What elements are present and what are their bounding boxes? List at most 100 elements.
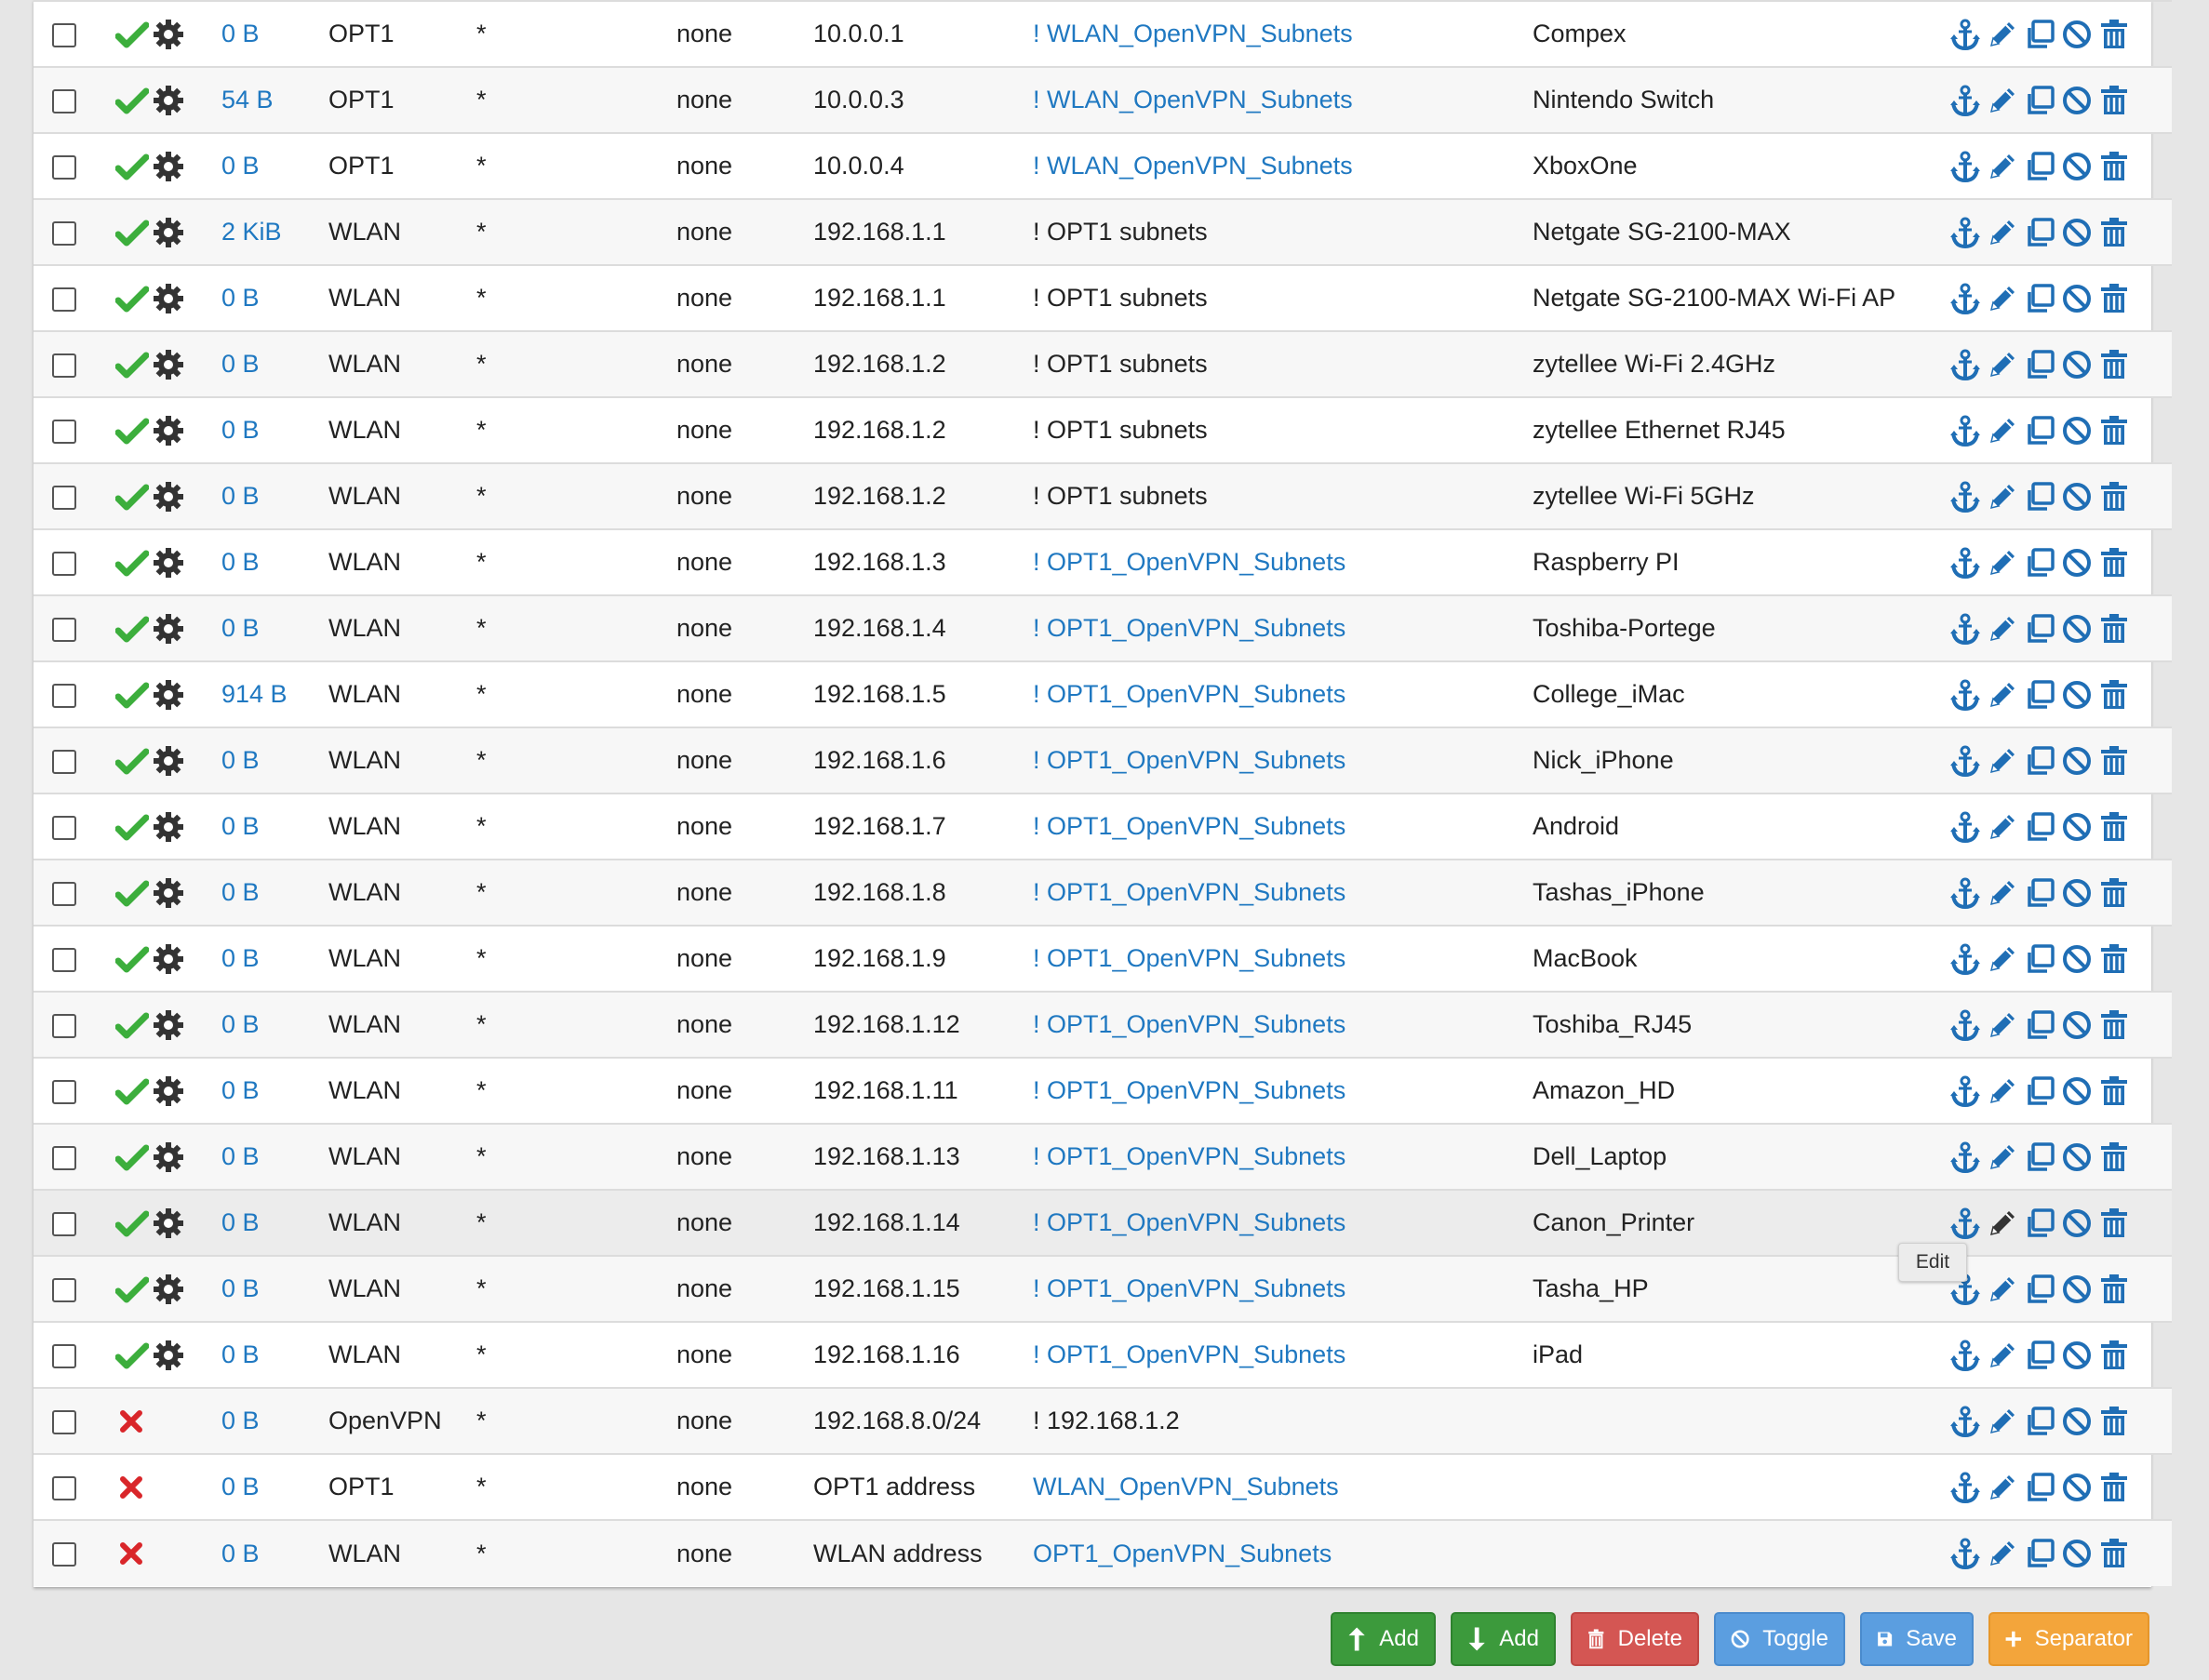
row-trash-button[interactable] [2098, 349, 2130, 380]
row-disable-button[interactable] [2061, 1406, 2093, 1437]
row-trash-button[interactable] [2098, 1141, 2130, 1173]
row-disable-button[interactable] [2061, 745, 2093, 777]
rule-row[interactable]: 0 B WLAN * none 192.168.1.2 ! OPT1 subne… [33, 463, 2172, 529]
row-trash-button[interactable] [2098, 1406, 2130, 1437]
separator-button[interactable]: Separator [1988, 1612, 2149, 1666]
row-checkbox[interactable] [52, 947, 76, 972]
row-copy-button[interactable] [2024, 19, 2055, 50]
dest-port-text[interactable]: ! OPT1_OpenVPN_Subnets [1033, 680, 1345, 708]
row-checkbox[interactable] [52, 1409, 76, 1434]
row-copy-button[interactable] [2024, 217, 2055, 248]
row-checkbox[interactable] [52, 881, 76, 906]
row-copy-button[interactable] [2024, 1207, 2055, 1239]
row-trash-button[interactable] [2098, 1273, 2130, 1305]
row-copy-button[interactable] [2024, 481, 2055, 513]
row-checkbox[interactable] [52, 1277, 76, 1302]
row-checkbox[interactable] [52, 1211, 76, 1236]
rule-row[interactable]: 0 B WLAN * none 192.168.1.7 ! OPT1_OpenV… [33, 793, 2172, 860]
states-link[interactable]: 914 B [221, 680, 288, 708]
rule-row[interactable]: 0 B WLAN * none 192.168.1.3 ! OPT1_OpenV… [33, 529, 2172, 595]
states-link[interactable]: 0 B [221, 746, 260, 774]
row-anchor-button[interactable] [1949, 217, 1981, 248]
row-disable-button[interactable] [2061, 811, 2093, 843]
row-pencil-button[interactable] [1987, 1406, 2018, 1437]
row-pencil-button[interactable] [1987, 745, 2018, 777]
rule-row[interactable]: 0 B WLAN * none 192.168.1.9 ! OPT1_OpenV… [33, 926, 2172, 992]
row-disable-button[interactable] [2061, 1075, 2093, 1107]
dest-port-text[interactable]: WLAN_OpenVPN_Subnets [1033, 1473, 1339, 1500]
row-pencil-button[interactable] [1987, 85, 2018, 116]
rule-row[interactable]: 0 B WLAN * none 192.168.1.11 ! OPT1_Open… [33, 1058, 2172, 1124]
row-trash-button[interactable] [2098, 151, 2130, 182]
rule-row[interactable]: 0 B WLAN * none 192.168.1.2 ! OPT1 subne… [33, 397, 2172, 463]
row-checkbox[interactable] [52, 1079, 76, 1104]
row-disable-button[interactable] [2061, 679, 2093, 711]
row-trash-button[interactable] [2098, 415, 2130, 447]
row-pencil-button[interactable] [1987, 349, 2018, 380]
states-link[interactable]: 0 B [221, 416, 260, 444]
add-bottom-button[interactable]: Add [1451, 1612, 1556, 1666]
row-checkbox[interactable] [52, 1475, 76, 1500]
row-disable-button[interactable] [2061, 1009, 2093, 1041]
row-anchor-button[interactable] [1949, 745, 1981, 777]
row-copy-button[interactable] [2024, 283, 2055, 314]
row-disable-button[interactable] [2061, 877, 2093, 909]
dest-port-text[interactable]: ! OPT1_OpenVPN_Subnets [1033, 746, 1345, 774]
row-pencil-button[interactable] [1987, 1009, 2018, 1041]
row-disable-button[interactable] [2061, 1273, 2093, 1305]
row-disable-button[interactable] [2061, 283, 2093, 314]
row-copy-button[interactable] [2024, 547, 2055, 579]
dest-port-text[interactable]: ! OPT1_OpenVPN_Subnets [1033, 1208, 1345, 1236]
row-pencil-button[interactable] [1987, 1273, 2018, 1305]
row-pencil-button[interactable] [1987, 151, 2018, 182]
rule-row[interactable]: 0 B WLAN * none 192.168.1.4 ! OPT1_OpenV… [33, 595, 2172, 661]
row-checkbox[interactable] [52, 749, 76, 774]
row-disable-button[interactable] [2061, 1340, 2093, 1371]
row-disable-button[interactable] [2061, 349, 2093, 380]
row-disable-button[interactable] [2061, 1472, 2093, 1503]
row-copy-button[interactable] [2024, 745, 2055, 777]
row-copy-button[interactable] [2024, 1472, 2055, 1503]
row-copy-button[interactable] [2024, 1340, 2055, 1371]
row-disable-button[interactable] [2061, 1207, 2093, 1239]
states-link[interactable]: 0 B [221, 812, 260, 840]
row-anchor-button[interactable] [1949, 415, 1981, 447]
states-link[interactable]: 0 B [221, 878, 260, 906]
row-copy-button[interactable] [2024, 1538, 2055, 1569]
row-anchor-button[interactable] [1949, 1472, 1981, 1503]
row-pencil-button[interactable] [1987, 811, 2018, 843]
row-trash-button[interactable] [2098, 19, 2130, 50]
row-trash-button[interactable] [2098, 547, 2130, 579]
rule-row[interactable]: 0 B OPT1 * none OPT1 address WLAN_OpenVP… [33, 1454, 2172, 1520]
toggle-button[interactable]: Toggle [1714, 1612, 1845, 1666]
dest-port-text[interactable]: ! WLAN_OpenVPN_Subnets [1033, 20, 1353, 47]
rule-row[interactable]: 0 B WLAN * none 192.168.1.15 ! OPT1_Open… [33, 1256, 2172, 1322]
row-copy-button[interactable] [2024, 613, 2055, 645]
row-disable-button[interactable] [2061, 481, 2093, 513]
row-anchor-button[interactable] [1949, 1075, 1981, 1107]
rule-row[interactable]: 0 B WLAN * none 192.168.1.2 ! OPT1 subne… [33, 331, 2172, 397]
row-trash-button[interactable] [2098, 1538, 2130, 1569]
row-disable-button[interactable] [2061, 217, 2093, 248]
rule-row[interactable]: 0 B WLAN * none 192.168.1.8 ! OPT1_OpenV… [33, 860, 2172, 926]
row-trash-button[interactable] [2098, 1075, 2130, 1107]
row-checkbox[interactable] [52, 154, 76, 180]
row-anchor-button[interactable] [1949, 547, 1981, 579]
dest-port-text[interactable]: ! OPT1_OpenVPN_Subnets [1033, 944, 1345, 972]
dest-port-text[interactable]: ! WLAN_OpenVPN_Subnets [1033, 86, 1353, 113]
row-trash-button[interactable] [2098, 481, 2130, 513]
row-pencil-button[interactable] [1987, 217, 2018, 248]
dest-port-text[interactable]: ! OPT1_OpenVPN_Subnets [1033, 548, 1345, 576]
dest-port-text[interactable]: ! WLAN_OpenVPN_Subnets [1033, 152, 1353, 180]
states-link[interactable]: 0 B [221, 1010, 260, 1038]
row-copy-button[interactable] [2024, 877, 2055, 909]
row-copy-button[interactable] [2024, 1406, 2055, 1437]
states-link[interactable]: 0 B [221, 1540, 260, 1567]
row-copy-button[interactable] [2024, 349, 2055, 380]
rule-row[interactable]: 0 B WLAN * none 192.168.1.14 ! OPT1_Open… [33, 1190, 2172, 1256]
delete-button[interactable]: Delete [1571, 1612, 1699, 1666]
row-checkbox[interactable] [52, 617, 76, 642]
row-disable-button[interactable] [2061, 1141, 2093, 1173]
row-trash-button[interactable] [2098, 679, 2130, 711]
row-copy-button[interactable] [2024, 1141, 2055, 1173]
